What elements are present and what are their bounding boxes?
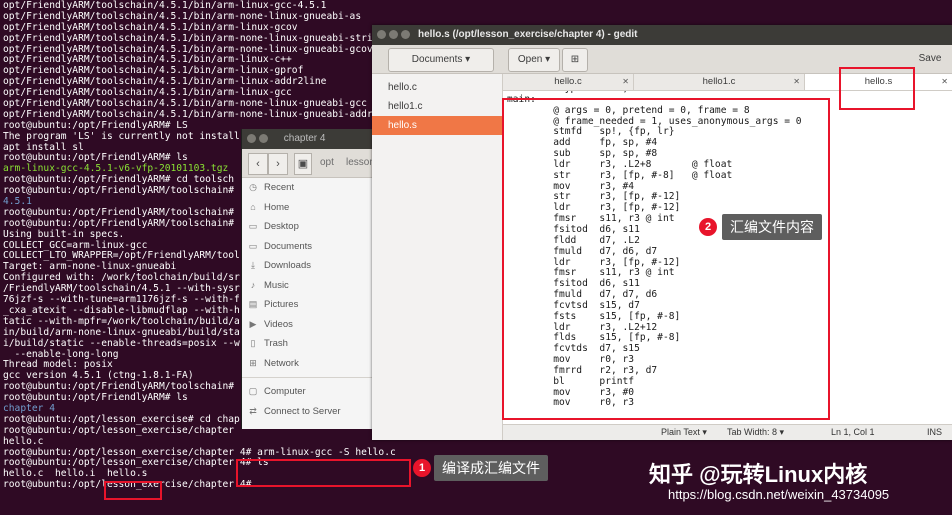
folder-icon: ▭ (248, 240, 258, 251)
sidebar-item-label: Trash (264, 338, 288, 349)
tab-width-selector[interactable]: Tab Width: 8 ▾ (727, 425, 784, 440)
files-sidebar: ◷ Recent ⌂ Home ▭ Desktop ▭ Documents ⤓ Downl… (242, 178, 382, 421)
folder-icon: ▭ (248, 221, 258, 231)
sidebar-item-label: Recent (264, 182, 295, 193)
tab-hello1-c[interactable]: hello1.c ✕ (634, 74, 805, 90)
sidebar-item-label: Music (264, 279, 289, 291)
maximize-window-icon[interactable] (401, 29, 410, 39)
path-segment-opt[interactable]: opt (320, 153, 334, 173)
files-window: chapter 4 ‹ › ▣ opt lesson ◷ Recent ⌂ Home… (241, 129, 382, 429)
sidebar-item-network[interactable]: ⊞ Network (242, 354, 382, 374)
sidebar-item-label: Home (264, 201, 290, 213)
highlight-hello-s-tab (839, 67, 915, 110)
sidebar-item-label: Desktop (264, 221, 299, 232)
sidebar-item-label: Downloads (264, 260, 311, 271)
chevron-down-icon: ▾ (545, 54, 551, 65)
tab-label: hello1.c (702, 76, 736, 87)
sidebar-item-home[interactable]: ⌂ Home (242, 198, 382, 218)
callout-1-badge: 1 (413, 459, 431, 477)
save-label: Save (918, 53, 942, 64)
sidebar-item-recent[interactable]: ◷ Recent (242, 178, 382, 198)
image-icon: ▤ (248, 299, 258, 309)
window-controls (247, 129, 271, 149)
close-window-icon[interactable] (377, 29, 386, 39)
sidebar-item-desktop[interactable]: ▭ Desktop (242, 217, 382, 237)
terminal-line: hello.c (3, 435, 44, 447)
watermark-url: https://blog.csdn.net/weixin_43734095 (668, 487, 890, 502)
download-icon: ⤓ (251, 260, 255, 270)
sidebar-item-label: Computer (264, 386, 306, 397)
new-document-button[interactable]: ⊞ (562, 48, 588, 72)
files-toolbar: ‹ › ▣ opt lesson (242, 149, 382, 178)
sidebar-item-documents[interactable]: ▭ Documents (242, 237, 382, 257)
document-item-hello-s[interactable]: hello.s (372, 116, 502, 135)
tab-label: hello.c (554, 76, 582, 87)
minimize-window-icon[interactable] (259, 133, 268, 143)
server-icon: ⇄ (249, 405, 257, 416)
sidebar-item-trash[interactable]: ▯ Trash (242, 334, 382, 354)
sidebar-item-pictures[interactable]: ▤ Pictures (242, 295, 382, 315)
open-button[interactable]: Open ▾ (508, 48, 560, 72)
sidebar-item-connect-to-server[interactable]: ⇄ Connect to Server (242, 402, 382, 422)
sidebar-item-computer[interactable]: ▢ Computer (242, 382, 382, 402)
home-icon: ⌂ (250, 201, 256, 212)
trash-icon: ▯ (250, 338, 256, 348)
document-item-hello-c[interactable]: hello.c (372, 78, 502, 97)
terminal-line: opt/FriendlyARM/toolschain/4.5.1/bin/arm… (3, 32, 373, 44)
callout-2-badge: 2 (699, 218, 717, 236)
sidebar-item-label: Pictures (264, 299, 299, 310)
document-item-hello1-c[interactable]: hello1.c (372, 97, 502, 116)
sidebar-item-label: Videos (264, 318, 293, 330)
insert-mode: INS (927, 427, 943, 437)
highlight-hello-s-file (104, 481, 162, 500)
back-button[interactable]: ‹ (248, 153, 268, 175)
computer-icon: ▢ (248, 386, 258, 396)
video-icon: ▶ (249, 318, 257, 329)
sidebar-divider (242, 377, 382, 378)
forward-button[interactable]: › (268, 153, 288, 175)
cursor-position: Ln 1, Col 1 (831, 427, 875, 437)
status-bar: Plain Text ▾ Tab Width: 8 ▾ Ln 1, Col 1 … (503, 424, 952, 440)
sidebar-item-label: Documents (264, 240, 313, 252)
documents-sidebar: hello.c hello1.c hello.s (372, 74, 503, 440)
window-controls (377, 25, 413, 45)
files-titlebar: chapter 4 (242, 129, 382, 149)
clock-icon: ◷ (249, 182, 257, 192)
open-label: Open (517, 54, 543, 65)
callout-1-label: 编译成汇编文件 (434, 455, 548, 481)
close-icon[interactable]: ✕ (941, 74, 948, 90)
sidebar-item-music[interactable]: ♪ Music (242, 276, 382, 296)
watermark-brand: 知乎 @玩转Linux内核 (649, 462, 868, 487)
music-icon: ♪ (250, 279, 256, 290)
path-segment-lesson[interactable]: lesson (346, 153, 375, 173)
drive-icon[interactable]: ▣ (294, 153, 312, 175)
files-window-title: chapter 4 (283, 133, 326, 144)
documents-dropdown[interactable]: Documents ▾ (388, 48, 494, 72)
language-selector[interactable]: Plain Text ▾ (661, 425, 707, 440)
gedit-window-title: hello.s (/opt/lesson_exercise/chapter 4)… (418, 29, 638, 40)
new-tab-icon: ⊞ (570, 54, 580, 65)
documents-label: Documents (411, 54, 463, 65)
close-icon[interactable]: ✕ (793, 74, 800, 90)
close-icon[interactable]: ✕ (622, 74, 629, 90)
save-button[interactable]: Save (912, 48, 948, 70)
highlight-compile-command (236, 459, 411, 487)
sidebar-item-label: Connect to Server (264, 405, 341, 417)
sidebar-item-videos[interactable]: ▶ Videos (242, 315, 382, 335)
sidebar-item-label: Network (264, 357, 299, 369)
minimize-window-icon[interactable] (389, 29, 398, 39)
callout-2-label: 汇编文件内容 (722, 214, 822, 240)
gedit-titlebar: hello.s (/opt/lesson_exercise/chapter 4)… (372, 25, 952, 45)
highlight-code-content (502, 98, 830, 420)
sidebar-item-downloads[interactable]: ⤓ Downloads (242, 256, 382, 276)
chevron-down-icon: ▾ (465, 54, 471, 65)
network-icon: ⊞ (249, 357, 257, 368)
close-window-icon[interactable] (247, 133, 256, 143)
tab-hello-c[interactable]: hello.c ✕ (503, 74, 634, 90)
